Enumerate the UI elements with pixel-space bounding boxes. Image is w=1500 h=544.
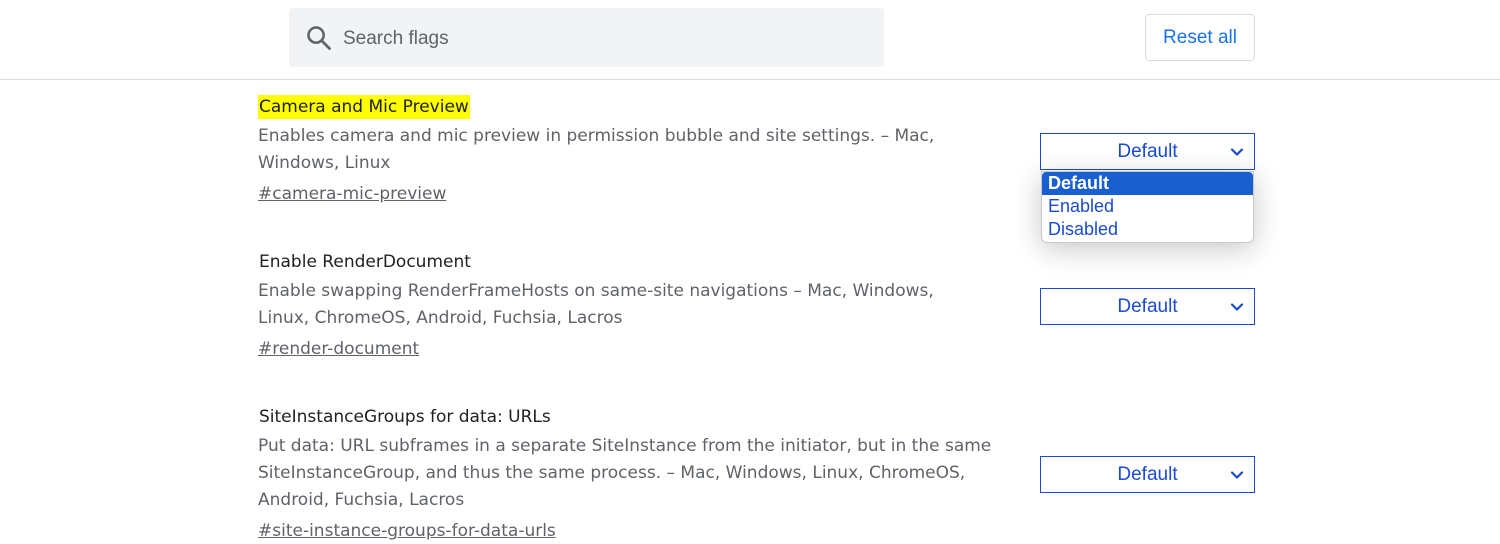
dropdown-option-default[interactable]: Default bbox=[1042, 172, 1253, 195]
flag-item-render-document: Enable RenderDocument Enable swapping Re… bbox=[258, 250, 1018, 361]
flag-item-camera-mic-preview: Camera and Mic Preview Enables camera an… bbox=[258, 95, 1018, 206]
search-box[interactable] bbox=[289, 8, 884, 69]
flags-header: Reset all bbox=[0, 0, 1500, 80]
flag-title: SiteInstanceGroups for data: URLs bbox=[259, 407, 551, 427]
dropdown-option-enabled[interactable]: Enabled bbox=[1042, 195, 1253, 218]
chevron-down-icon bbox=[1230, 148, 1244, 156]
search-icon bbox=[307, 26, 331, 50]
flag-title: Camera and Mic Preview bbox=[258, 95, 470, 119]
flag-description: Put data: URL subframes in a separate Si… bbox=[258, 436, 992, 510]
select-value: Default bbox=[1117, 140, 1178, 162]
flag-select-site-instance-groups[interactable]: Default bbox=[1040, 456, 1255, 493]
reset-all-button[interactable]: Reset all bbox=[1145, 14, 1255, 61]
select-value: Default bbox=[1117, 463, 1178, 485]
flag-description: Enable swapping RenderFrameHosts on same… bbox=[258, 281, 934, 328]
select-value: Default bbox=[1117, 295, 1178, 317]
chevron-down-icon bbox=[1230, 471, 1244, 479]
flag-description: Enables camera and mic preview in permis… bbox=[258, 126, 935, 173]
chevron-down-icon bbox=[1230, 303, 1244, 311]
flag-select-camera-mic-preview[interactable]: Default bbox=[1040, 133, 1255, 170]
dropdown-option-disabled[interactable]: Disabled bbox=[1042, 218, 1253, 241]
flag-select-render-document[interactable]: Default bbox=[1040, 288, 1255, 325]
flag-title: Enable RenderDocument bbox=[259, 252, 471, 272]
flag-permalink[interactable]: #render-document bbox=[258, 337, 419, 361]
flag-permalink[interactable]: #site-instance-groups-for-data-urls bbox=[258, 519, 556, 543]
flag-item-site-instance-groups: SiteInstanceGroups for data: URLs Put da… bbox=[258, 405, 1018, 543]
search-input[interactable] bbox=[341, 8, 865, 69]
flag-select-dropdown: Default Enabled Disabled bbox=[1041, 171, 1254, 243]
flag-permalink[interactable]: #camera-mic-preview bbox=[258, 182, 446, 206]
